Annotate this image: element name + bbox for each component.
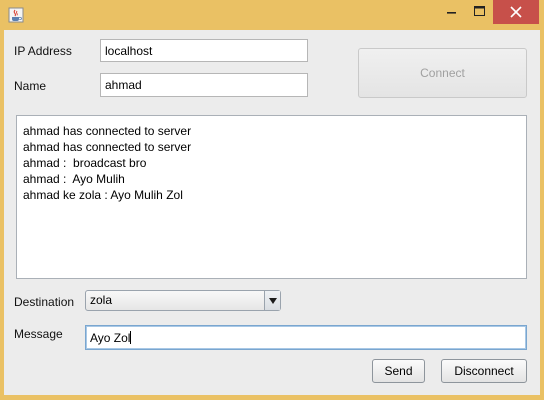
- chat-log[interactable]: ahmad has connected to server ahmad has …: [16, 115, 527, 279]
- chat-line: ahmad has connected to server: [23, 124, 192, 138]
- maximize-icon: [474, 6, 485, 16]
- ip-address-value: localhost: [105, 43, 153, 58]
- destination-select[interactable]: zola: [85, 290, 281, 311]
- chat-line: ahmad ke zola : Ayo Mulih Zol: [23, 188, 183, 202]
- maximize-button[interactable]: [465, 0, 493, 24]
- chevron-down-icon: [268, 297, 277, 304]
- connect-button[interactable]: Connect: [358, 48, 527, 98]
- chat-line: ahmad has connected to server: [23, 140, 192, 154]
- disconnect-button-label: Disconnect: [454, 364, 514, 378]
- chat-line: ahmad : Ayo Mulih: [23, 172, 125, 186]
- name-label: Name: [14, 79, 47, 93]
- close-button[interactable]: [493, 0, 539, 24]
- message-input[interactable]: Ayo Zol: [85, 325, 527, 350]
- connect-button-label: Connect: [420, 66, 465, 80]
- minimize-button[interactable]: [437, 0, 465, 24]
- text-caret: [130, 331, 132, 344]
- minimize-icon: [447, 12, 456, 14]
- send-button-label: Send: [384, 364, 413, 378]
- chat-line: ahmad : broadcast bro: [23, 156, 147, 170]
- ip-address-input[interactable]: localhost: [100, 39, 308, 62]
- java-coffee-icon: [8, 7, 24, 23]
- close-icon: [510, 6, 522, 18]
- message-value: Ayo Zol: [90, 330, 131, 345]
- destination-label: Destination: [14, 295, 75, 309]
- destination-dropdown-button[interactable]: [264, 291, 280, 310]
- client-area: IP Address localhost Name ahmad Connect …: [4, 30, 540, 395]
- disconnect-button[interactable]: Disconnect: [441, 359, 527, 383]
- name-value: ahmad: [105, 78, 142, 92]
- ip-address-label: IP Address: [14, 44, 72, 58]
- destination-selected-value: zola: [90, 293, 113, 307]
- app-window: IP Address localhost Name ahmad Connect …: [0, 0, 544, 400]
- send-button[interactable]: Send: [372, 359, 425, 383]
- name-input[interactable]: ahmad: [100, 73, 308, 97]
- message-label: Message: [14, 327, 63, 341]
- title-bar[interactable]: [0, 0, 544, 30]
